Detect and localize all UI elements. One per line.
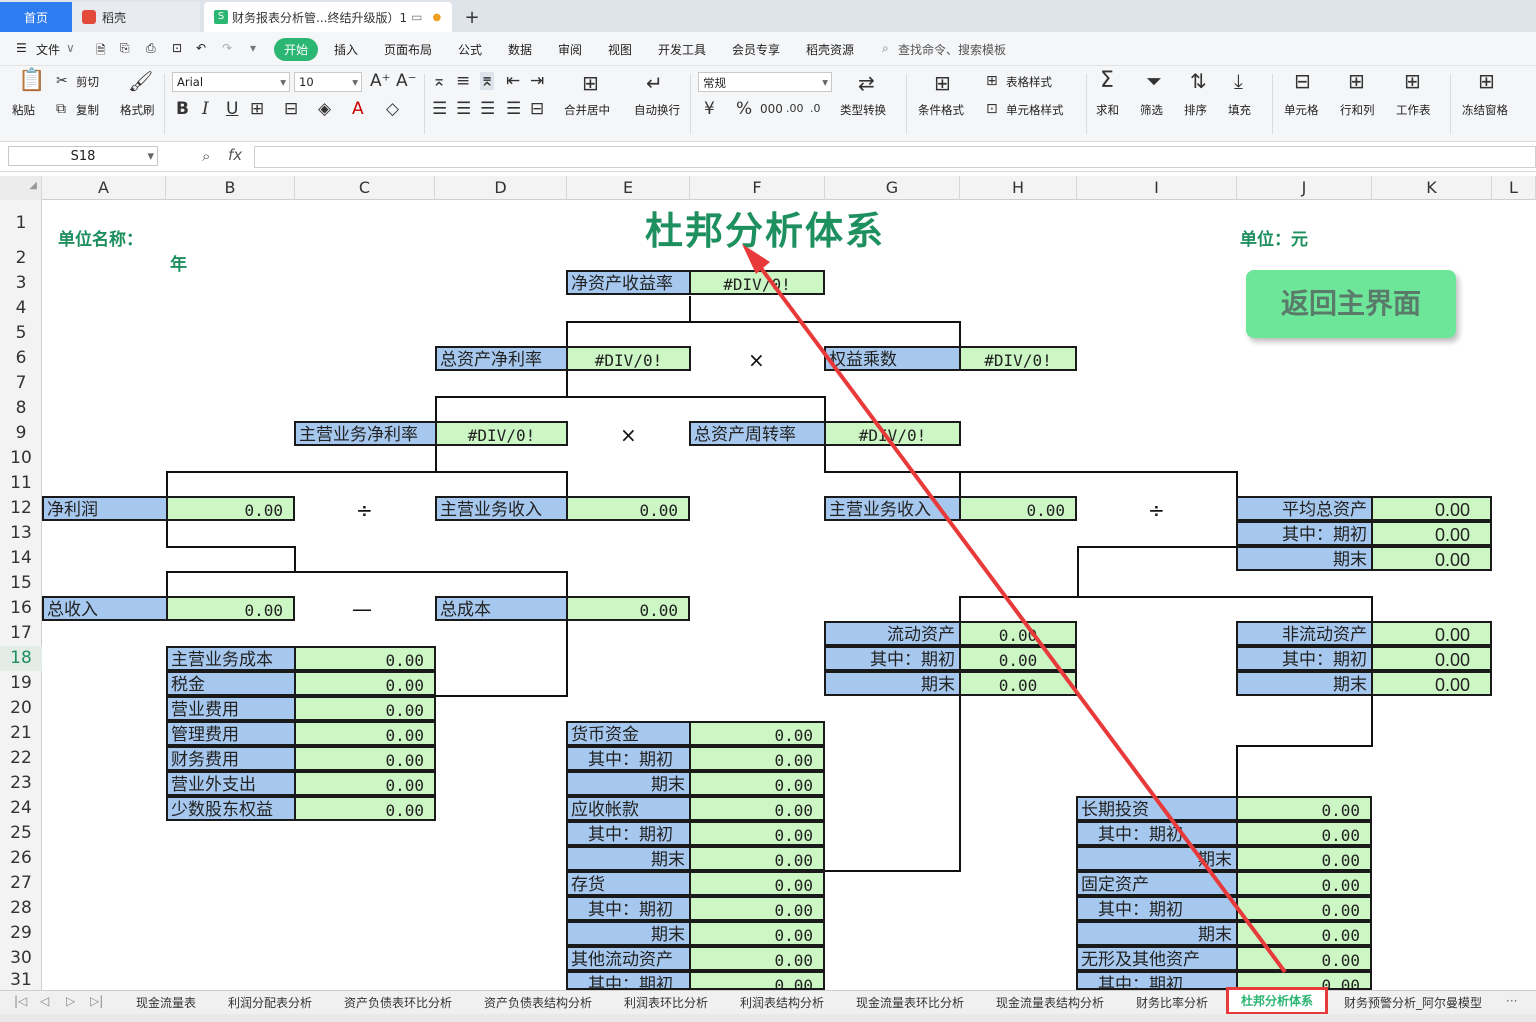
- active-sheet-tab[interactable]: 杜邦分析体系: [1226, 987, 1328, 1015]
- sheet-tab[interactable]: 财务预警分析_阿尔曼模型: [1344, 994, 1482, 1011]
- sheet-tab[interactable]: 现金流量表环比分析: [856, 994, 964, 1011]
- sheet-tab[interactable]: 利润表环比分析: [624, 994, 708, 1011]
- sheet-tab[interactable]: 利润分配表分析: [228, 994, 312, 1011]
- sheet-tab[interactable]: 财务比率分析: [1136, 994, 1208, 1011]
- annotation-arrow: [742, 244, 1287, 974]
- sheet-tab[interactable]: 现金流量表结构分析: [996, 994, 1104, 1011]
- sheet-tab[interactable]: 利润表结构分析: [740, 994, 824, 1011]
- sheet-tab[interactable]: 资产负债表结构分析: [484, 994, 592, 1011]
- last-sheet-icon[interactable]: ▷|: [90, 994, 103, 1008]
- next-sheet-icon[interactable]: ▷: [66, 994, 75, 1008]
- prev-sheet-icon[interactable]: ◁: [40, 994, 49, 1008]
- sheet-tab[interactable]: 现金流量表: [136, 994, 196, 1011]
- sheet-tab[interactable]: 资产负债表环比分析: [344, 994, 452, 1011]
- active-sheet-tab-label: 杜邦分析体系: [1240, 994, 1313, 1008]
- first-sheet-icon[interactable]: |◁: [14, 994, 27, 1008]
- sheet-tab-bar: |◁ ◁ ▷ ▷| 现金流量表 利润分配表分析 资产负债表环比分析 资产负债表结…: [0, 987, 1536, 1015]
- annotation-arrow-head: [742, 244, 770, 274]
- more-sheets-icon[interactable]: ···: [1506, 994, 1517, 1008]
- sheet-area: 杜邦分析体系 单位名称： 年 单位：元 返回主界面 净资产收益率 #DIV/0!…: [0, 0, 1536, 990]
- status-bar: [0, 1014, 1536, 1022]
- annotation-arrow-line: [750, 254, 1287, 974]
